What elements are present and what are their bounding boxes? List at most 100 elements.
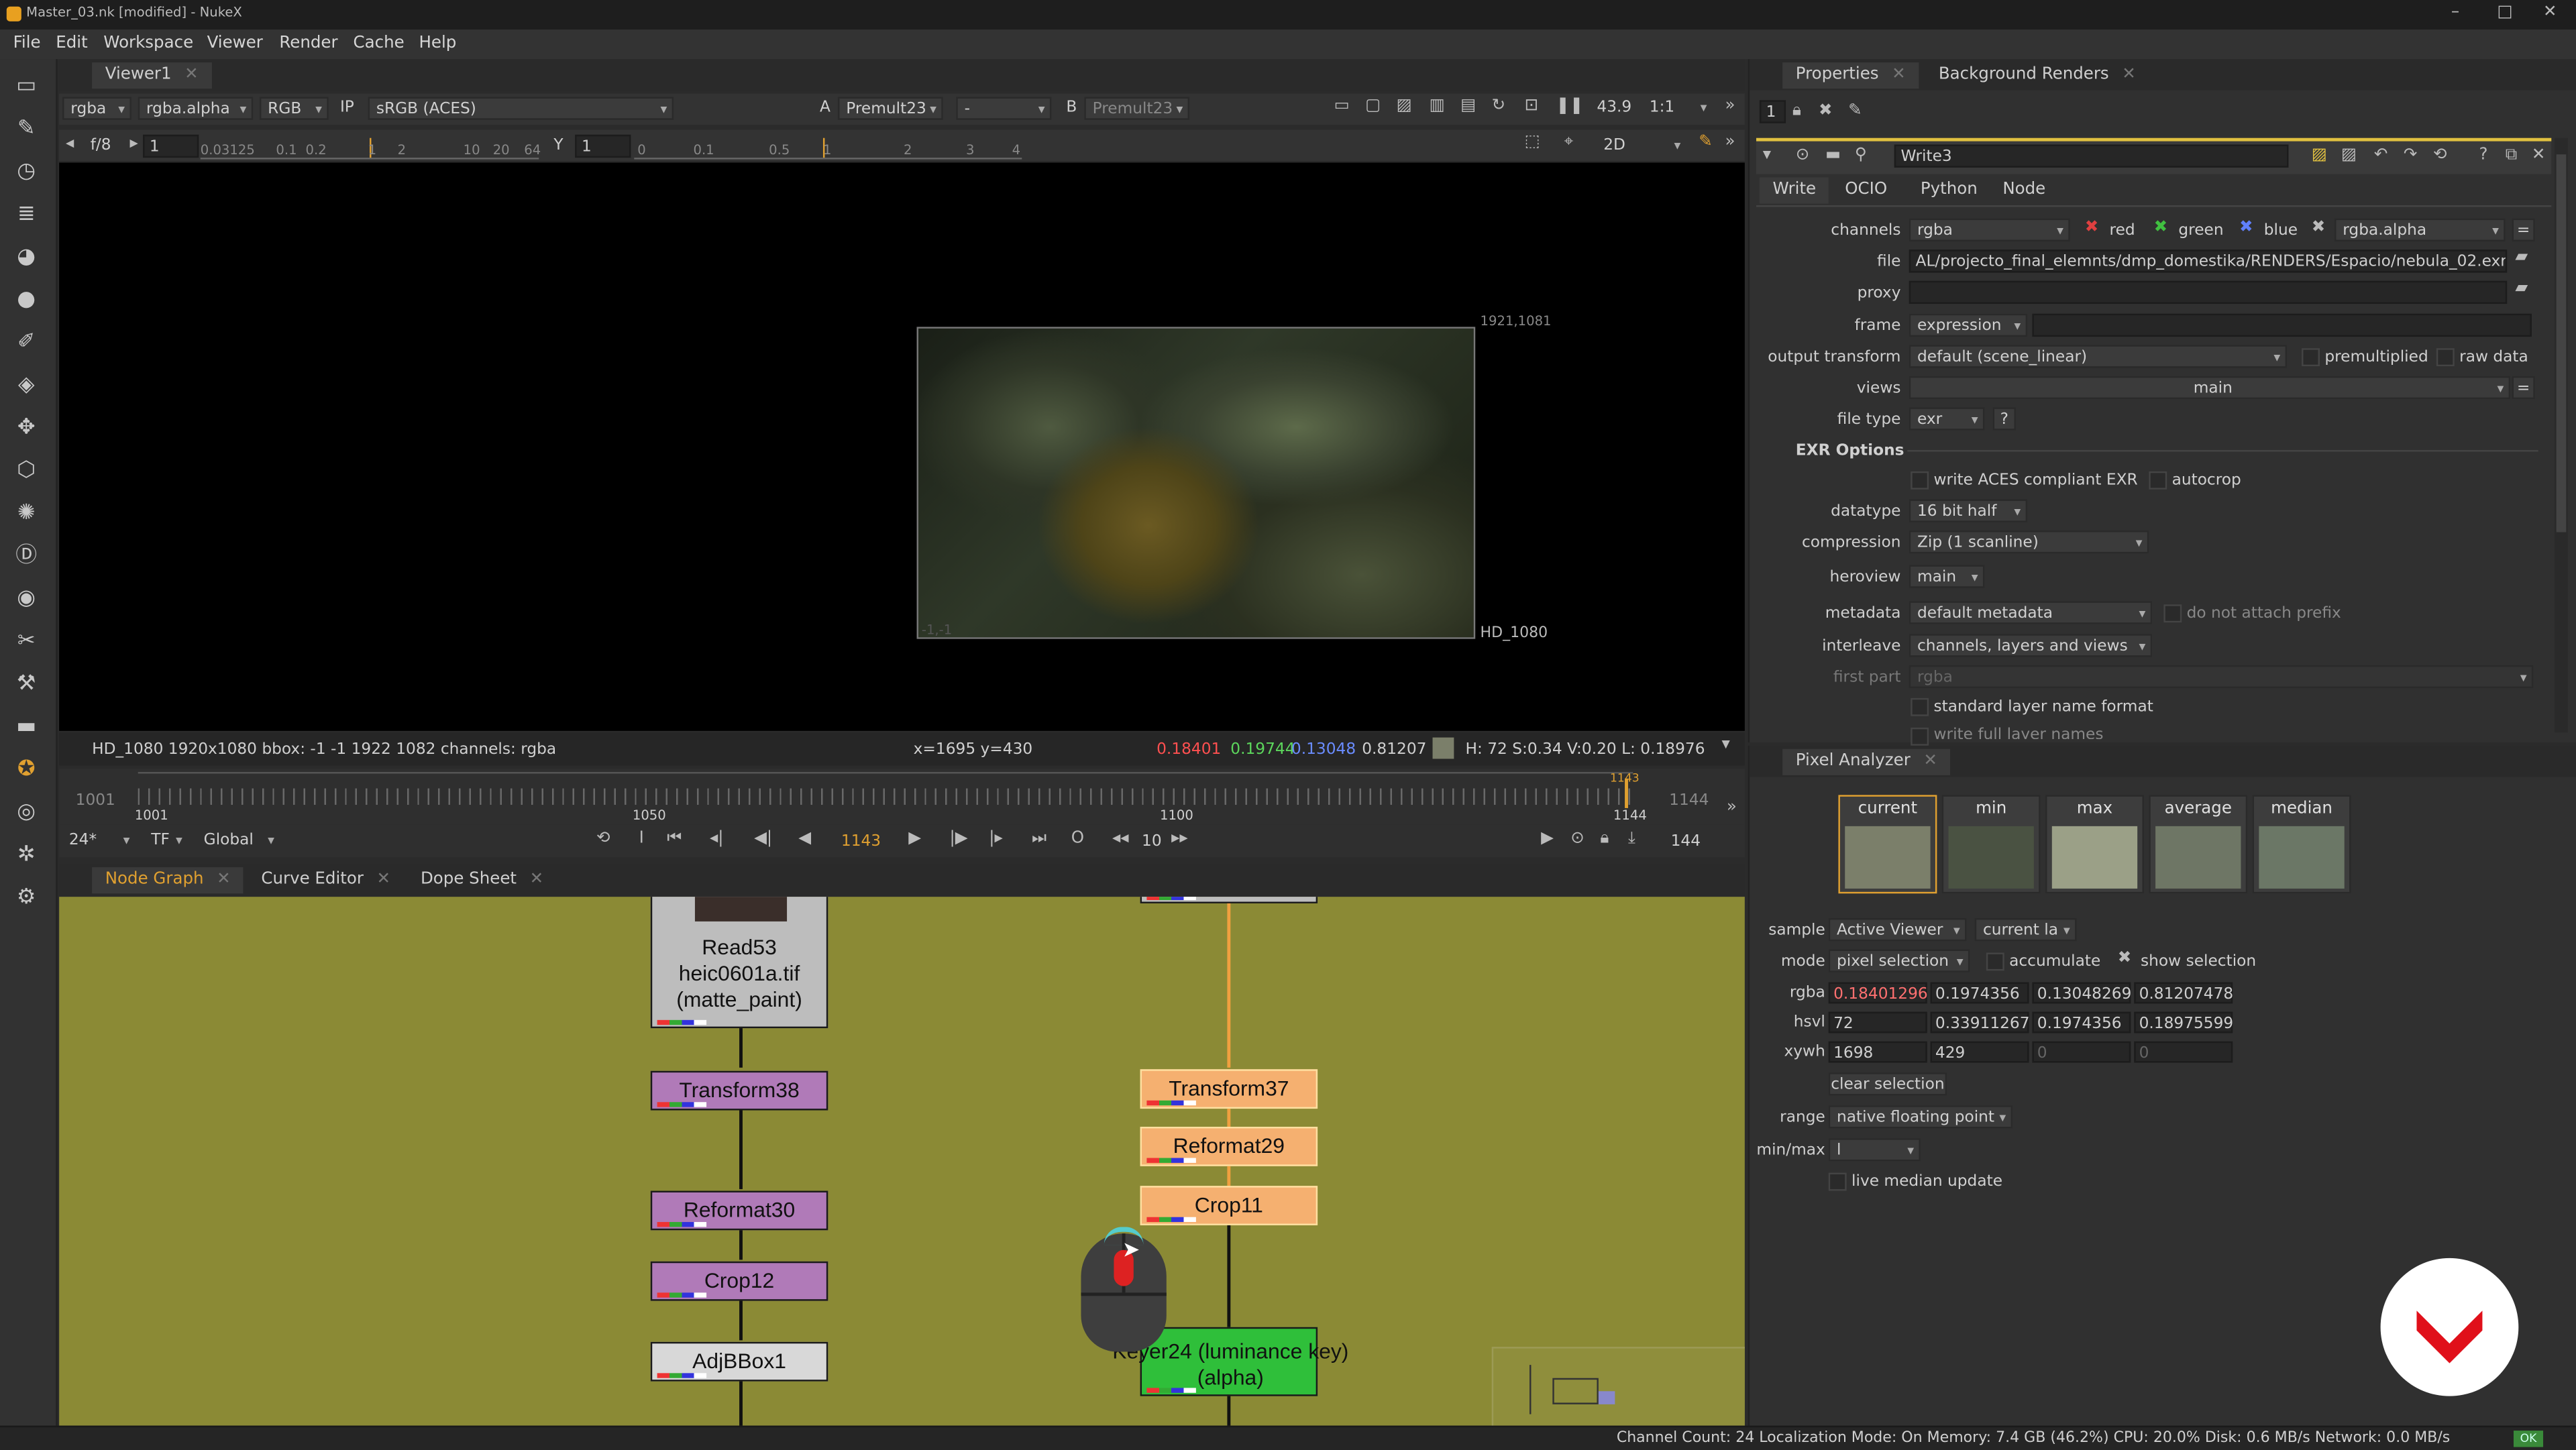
swatch-max[interactable]: max [2045, 795, 2144, 894]
no-prefix-checkbox[interactable] [2163, 604, 2182, 623]
accumulate-checkbox[interactable] [1986, 952, 2004, 971]
image-tools-icon[interactable]: ▭ [11, 72, 41, 102]
close-panel-icon[interactable]: ✕ [2532, 146, 2546, 164]
hsvl-v-value[interactable]: 0.1974356 [2032, 1011, 2131, 1034]
crop12-node[interactable]: Crop12 [650, 1261, 828, 1301]
sample-dropdown[interactable]: Active Viewer [1828, 917, 1967, 943]
channels-dropdown[interactable]: rgba [62, 97, 131, 121]
compression-knob[interactable]: Zip (1 scanline) [1909, 531, 2149, 555]
node-settings-icon[interactable]: ⚲ [1855, 146, 1867, 164]
view-mode-dropdown[interactable]: 2D [1597, 135, 1685, 158]
swatch-average[interactable]: average [2149, 795, 2248, 894]
node-icon[interactable]: ⊙ [1796, 146, 1810, 164]
furnace-tools-icon[interactable]: ✪ [11, 756, 41, 785]
timeline-start[interactable]: 1001 [76, 791, 115, 810]
show-selection-check-icon[interactable]: ✖ [2118, 950, 2132, 968]
autocrop-checkbox[interactable] [2149, 471, 2167, 490]
write-full-layer-checkbox[interactable] [1911, 727, 1929, 746]
zoom-level[interactable]: 43.9 [1597, 99, 1631, 117]
paint-brush-icon[interactable]: ✎ [1699, 133, 1713, 151]
go-to-end-icon[interactable]: ⏭ [1032, 830, 1046, 848]
display-dropdown[interactable]: sRGB (ACES) [368, 97, 674, 121]
transform38-node[interactable]: Transform38 [650, 1070, 828, 1111]
metadata-knob[interactable]: default metadata [1909, 601, 2153, 626]
skip-back-icon[interactable]: ◂◂ [1112, 830, 1129, 848]
out-point-button[interactable]: O [1071, 830, 1084, 848]
blue-check-icon[interactable]: ✖ [2239, 219, 2253, 237]
tab-properties[interactable]: Properties ✕ [1782, 62, 1919, 89]
frame-expression-field[interactable] [2032, 313, 2532, 337]
frame-increment[interactable]: 10 [1142, 833, 1162, 851]
hsvl-l-value[interactable]: 0.18975599 [2134, 1011, 2233, 1034]
proxy-field[interactable] [1909, 280, 2508, 304]
tab-viewer1[interactable]: Viewer1 ✕ [92, 62, 212, 89]
lut-icon[interactable]: ▤ [1460, 97, 1476, 115]
output-transform-knob[interactable]: default (scene_linear) [1909, 345, 2288, 370]
timeline-chevron-icon[interactable]: » [1727, 798, 1737, 816]
hsvl-s-value[interactable]: 0.33911267 [1930, 1011, 2030, 1034]
skip-forward-icon[interactable]: ▸▸ [1171, 830, 1188, 848]
tab-write[interactable]: Write [1759, 177, 1829, 204]
channel-tools-icon[interactable]: ≣ [11, 201, 41, 230]
transform37-node[interactable]: Transform37 [1140, 1069, 1318, 1109]
mode-dropdown[interactable]: pixel selection [1828, 949, 1970, 974]
step-back-icon[interactable]: ◀| [754, 830, 772, 848]
crop11-node[interactable]: Crop11 [1140, 1186, 1318, 1225]
keyer24-node[interactable]: Keyer24 (luminance key) (alpha) [1112, 1327, 1348, 1396]
alpha-channel-knob[interactable]: rgba.alpha [2334, 218, 2506, 243]
tab-pixel-analyzer[interactable]: Pixel Analyzer ✕ [1782, 748, 1951, 775]
first-part-knob[interactable]: rgba [1909, 665, 2534, 690]
swatch-min[interactable]: min [1941, 795, 2041, 894]
fstop-prev-icon[interactable]: ◂ [66, 135, 74, 153]
properties-scrollbar[interactable] [2555, 137, 2568, 733]
revert-icon[interactable]: ⟲ [2433, 146, 2447, 164]
tab-python[interactable]: Python [1907, 177, 1990, 203]
menu-help[interactable]: Help [419, 34, 456, 52]
views-tools-icon[interactable]: ◉ [11, 585, 41, 614]
viewer-icon[interactable]: ▬ [1825, 146, 1841, 164]
cara-vr-icon[interactable]: ✲ [11, 841, 41, 871]
go-to-start-icon[interactable]: ⏮ [667, 830, 682, 848]
draw-tools-icon[interactable]: ✎ [11, 115, 41, 144]
undo-icon[interactable]: ↶ [2374, 146, 2388, 164]
xywh-y-value[interactable]: 429 [1930, 1041, 2029, 1063]
clear-panels-icon[interactable]: ✖ [1819, 102, 1833, 120]
prev-keyframe-icon[interactable]: ◂| [710, 830, 724, 848]
read-node[interactable]: Read53 heic0601a.tif (matte_paint) [650, 897, 828, 1029]
rgba-b-value[interactable]: 0.13048269 [2032, 982, 2131, 1004]
other-tools-icon[interactable]: ▬ [11, 713, 41, 742]
maximize-button[interactable]: □ [2497, 3, 2512, 21]
proxy-browse-icon[interactable]: ▰ [2515, 279, 2528, 297]
rgba-g-value[interactable]: 0.1974356 [1930, 982, 2029, 1004]
menu-workspace[interactable]: Workspace [103, 34, 193, 52]
composite-dropdown[interactable]: - [956, 97, 1052, 121]
toolsets-icon[interactable]: ⚒ [11, 670, 41, 700]
tab-background-renders[interactable]: Background Renders ✕ [1925, 62, 2149, 89]
datatype-knob[interactable]: 16 bit half [1909, 499, 2028, 524]
float-panel-icon[interactable]: ⧉ [2506, 146, 2517, 164]
flipbook-icon[interactable]: ▶ [1541, 830, 1554, 848]
tab-ocio[interactable]: OCIO [1832, 177, 1900, 203]
play-forward-icon[interactable]: ▶ [908, 830, 921, 848]
xywh-w-value[interactable]: 0 [2032, 1041, 2131, 1063]
green-check-icon[interactable]: ✖ [2154, 219, 2168, 237]
views-knob[interactable]: main [1909, 376, 2511, 401]
color-tools-icon[interactable]: ◕ [11, 243, 41, 272]
menu-cache[interactable]: Cache [354, 34, 405, 52]
more-chevron-icon[interactable]: » [1725, 97, 1735, 115]
menu-edit[interactable]: Edit [56, 34, 87, 52]
global-dropdown[interactable]: Global [197, 830, 279, 852]
roi-icon[interactable]: ▭ [1334, 97, 1350, 115]
timeline-track[interactable] [138, 788, 1633, 805]
standard-layer-checkbox[interactable] [1911, 698, 1929, 716]
reformat30-node[interactable]: Reformat30 [650, 1190, 828, 1231]
raw-data-checkbox[interactable] [2436, 348, 2455, 367]
channels-knob[interactable]: rgba [1909, 218, 2070, 243]
channels-link-button[interactable]: = [2512, 218, 2535, 242]
gamma-field[interactable]: 1 [575, 134, 631, 158]
file-browse-icon[interactable]: ▰ [2515, 248, 2528, 266]
clear-selection-button[interactable]: clear selection [1828, 1072, 1947, 1096]
file-field[interactable]: AL/projecto_final_elemnts/dmp_domestika/… [1909, 249, 2508, 273]
settings-gear-icon[interactable]: ⚙ [11, 884, 41, 913]
sample-layer-dropdown[interactable]: current la [1974, 917, 2077, 943]
